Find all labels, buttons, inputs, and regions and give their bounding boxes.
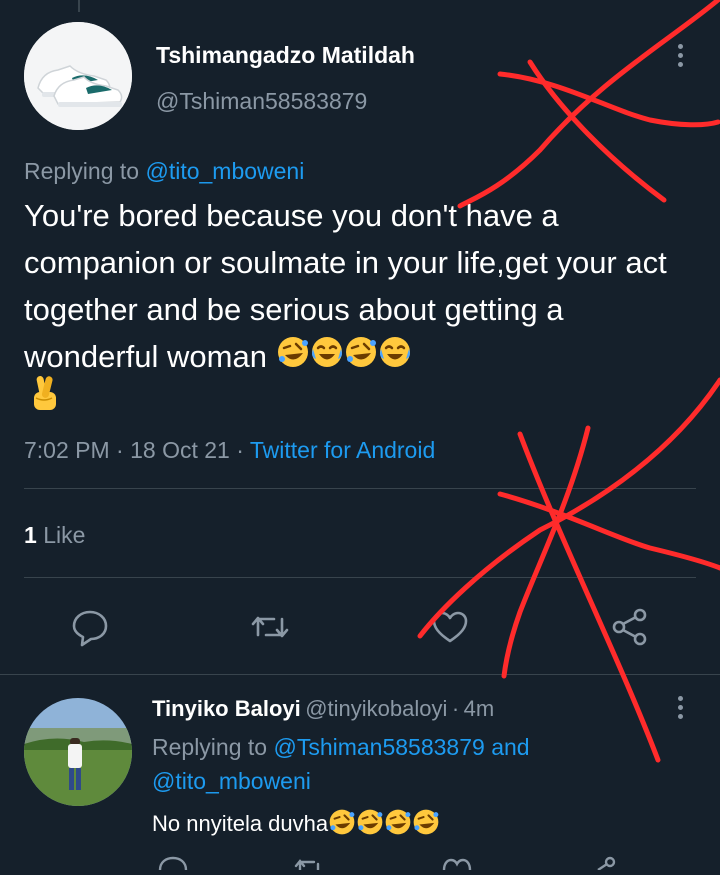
avatar[interactable] [24,22,132,130]
reply-more-options-icon[interactable] [676,696,684,719]
reply-text-block: No nnyitela duvha [152,808,440,842]
reply-avatar[interactable] [24,698,132,806]
more-options-icon[interactable] [676,44,684,67]
reply-replying-to: Replying to @Tshiman58583879 and @tito_m… [152,730,672,798]
thread-connector [78,0,80,12]
reply-retweet-icon[interactable] [292,856,326,875]
rofl-emoji [328,808,356,842]
person-photo-image [24,698,132,806]
replying-to-line: Replying to @tito_mboweni [24,158,304,185]
reply-header: Tinyiko Baloyi @tinyikobaloyi · 4m [152,696,494,722]
like-count-label: Like [43,522,86,548]
reply-author-handle[interactable]: @tinyikobaloyi [305,696,447,721]
replying-prefix: Replying to [24,158,140,184]
reply-separator: · [451,696,460,721]
reply-replying-prefix: Replying to [152,734,268,760]
rofl-emoji [412,808,440,842]
like-count-number: 1 [24,522,37,548]
reply-like-icon[interactable] [440,856,474,875]
joy-emoji [378,335,412,382]
tweet-meta: 7:02 PM · 18 Oct 21 · Twitter for Androi… [24,437,435,464]
replying-to-and: and [491,734,530,760]
reply-author-name[interactable]: Tinyiko Baloyi [152,696,301,721]
retweet-icon[interactable] [248,605,292,649]
reply-share-icon[interactable] [590,856,624,875]
like-icon[interactable] [428,605,472,649]
rofl-emoji [276,335,310,382]
likes-count[interactable]: 1 Like [24,522,85,549]
tweet-source-link[interactable]: Twitter for Android [250,437,435,463]
tweet-date: 18 Oct 21 [130,437,230,463]
replying-to-link[interactable]: @Tshiman58583879 [273,734,484,760]
reply-icon[interactable] [68,605,112,649]
divider [24,577,696,578]
rofl-emoji [384,808,412,842]
rofl-emoji [344,335,378,382]
rofl-emoji [356,808,384,842]
divider [24,488,696,489]
joy-emoji [310,335,344,382]
replying-to-link[interactable]: @tito_mboweni [152,768,311,794]
reply-age: 4m [463,696,495,721]
share-icon[interactable] [608,605,652,649]
crossed-fingers-emoji [28,374,62,419]
meta-separator: · [236,437,244,463]
reply-reply-icon[interactable] [156,856,190,875]
sneaker-avatar-image [24,22,132,130]
tweet-time: 7:02 PM [24,437,110,463]
reply-text: No nnyitela duvha [152,810,329,836]
tweet-text-block: You're bored because you don't have a co… [24,192,684,382]
meta-separator: · [116,437,124,463]
author-handle[interactable]: @Tshiman58583879 [156,88,367,115]
divider [0,674,720,675]
replying-to-link[interactable]: @tito_mboweni [145,158,304,184]
author-name[interactable]: Tshimangadzo Matildah [156,42,415,69]
